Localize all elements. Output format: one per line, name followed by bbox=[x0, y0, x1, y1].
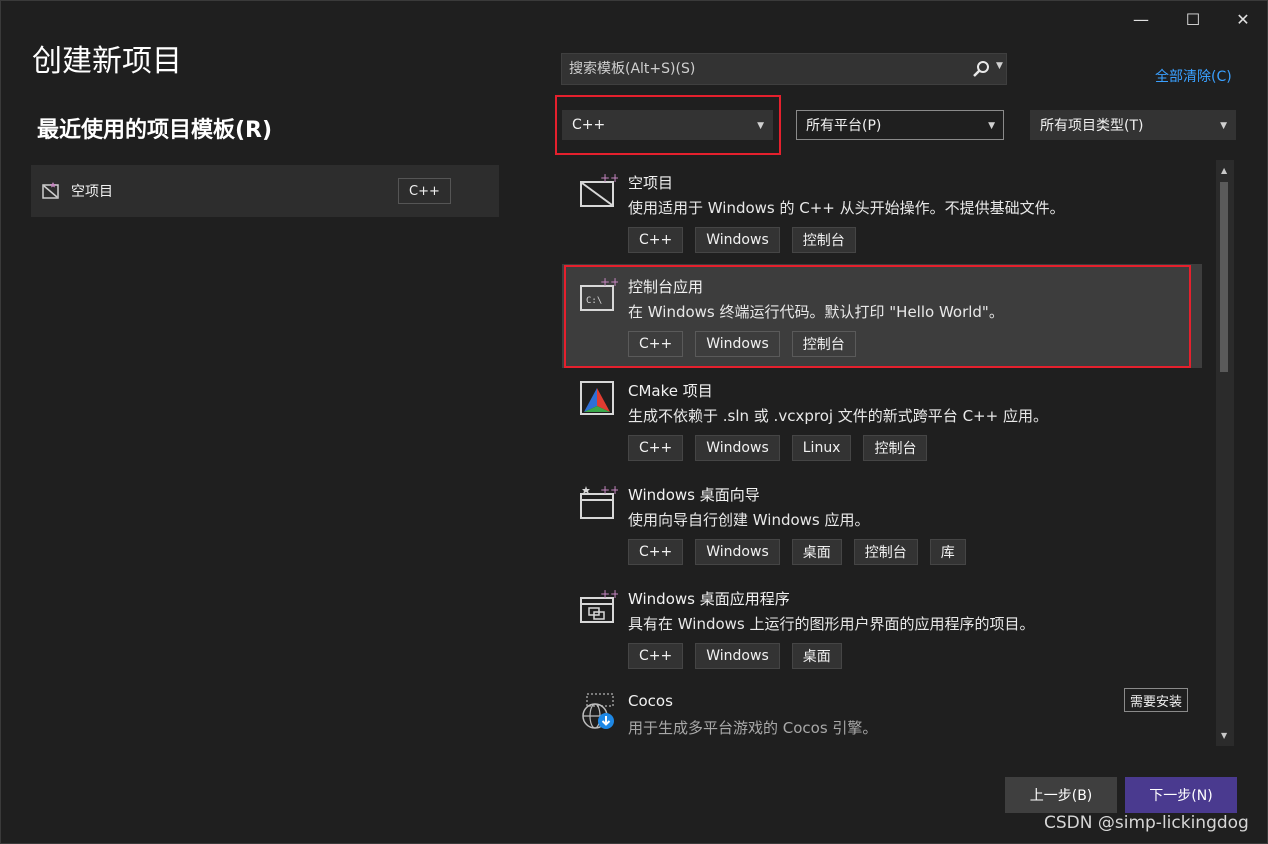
language-filter-value: C++ bbox=[572, 117, 606, 133]
template-description: 在 Windows 终端运行代码。默认打印 "Hello World"。 bbox=[628, 303, 1004, 321]
template-list-scrollbar[interactable]: ▲ ▼ bbox=[1216, 160, 1234, 746]
tag: 控制台 bbox=[863, 435, 928, 461]
maximize-button[interactable]: ☐ bbox=[1170, 4, 1216, 34]
template-name: 控制台应用 bbox=[628, 278, 704, 296]
back-button[interactable]: 上一步(B) bbox=[1005, 777, 1117, 813]
maximize-icon: ☐ bbox=[1185, 9, 1201, 29]
platform-filter-dropdown[interactable]: 所有平台(P) ▼ bbox=[796, 110, 1004, 140]
svg-text:++: ++ bbox=[600, 483, 618, 497]
tag: C++ bbox=[628, 435, 684, 461]
tag: Windows bbox=[695, 539, 780, 565]
template-list[interactable]: ++ 空项目 使用适用于 Windows 的 C++ 从头开始操作。不提供基础文… bbox=[562, 160, 1214, 746]
minimize-icon: — bbox=[1133, 9, 1149, 29]
tag: 控制台 bbox=[791, 331, 856, 357]
clear-all-link[interactable]: 全部清除(C) bbox=[1155, 66, 1232, 86]
template-item-desktop-app[interactable]: ++ Windows 桌面应用程序 具有在 Windows 上运行的图形用户界面… bbox=[562, 576, 1202, 680]
svg-text:++: ++ bbox=[600, 275, 618, 289]
search-box[interactable]: ▼ bbox=[561, 53, 1007, 85]
tag: 库 bbox=[929, 539, 966, 565]
tag: 桌面 bbox=[791, 539, 842, 565]
recent-template-tag: C++ bbox=[398, 178, 451, 204]
desktop-app-icon: ++ bbox=[580, 587, 618, 623]
template-name: Windows 桌面应用程序 bbox=[628, 590, 790, 608]
scroll-up-arrow-icon[interactable]: ▲ bbox=[1221, 166, 1227, 175]
template-item-console-app[interactable]: C:\ ++ 控制台应用 在 Windows 终端运行代码。默认打印 "Hell… bbox=[562, 264, 1202, 368]
tag: 桌面 bbox=[791, 643, 842, 669]
template-tags: C++ Windows 控制台 bbox=[628, 331, 856, 357]
scroll-down-arrow-icon[interactable]: ▼ bbox=[1221, 731, 1227, 740]
close-button[interactable]: ✕ bbox=[1220, 4, 1266, 34]
template-tags: C++ Windows 桌面 bbox=[628, 643, 842, 669]
desktop-wizard-icon: ++ bbox=[580, 483, 618, 519]
template-description: 使用向导自行创建 Windows 应用。 bbox=[628, 511, 870, 529]
chevron-down-icon: ▼ bbox=[757, 121, 764, 131]
cocos-globe-icon bbox=[582, 693, 614, 729]
recent-templates-title: 最近使用的项目模板(R) bbox=[37, 118, 273, 143]
tag: C++ bbox=[628, 227, 684, 253]
search-options-chevron-icon[interactable]: ▼ bbox=[996, 61, 1003, 71]
tag: 控制台 bbox=[853, 539, 918, 565]
requires-install-badge: 需要安装 bbox=[1124, 688, 1189, 712]
page-title: 创建新项目 bbox=[32, 44, 182, 79]
tag: 控制台 bbox=[791, 227, 856, 253]
template-description: 使用适用于 Windows 的 C++ 从头开始操作。不提供基础文件。 bbox=[628, 199, 1065, 217]
template-tags: C++ Windows 桌面 控制台 库 bbox=[628, 539, 966, 565]
recent-template-item[interactable]: 空项目 C++ bbox=[31, 165, 499, 217]
empty-project-icon bbox=[42, 182, 59, 199]
console-app-icon: C:\ ++ bbox=[580, 275, 618, 311]
tag: C++ bbox=[628, 539, 684, 565]
close-icon: ✕ bbox=[1236, 9, 1250, 29]
language-filter-dropdown[interactable]: C++ ▼ bbox=[562, 110, 773, 140]
tag: Windows bbox=[695, 227, 780, 253]
svg-text:++: ++ bbox=[600, 587, 618, 601]
tag: C++ bbox=[628, 643, 684, 669]
svg-text:C:\: C:\ bbox=[586, 296, 602, 306]
empty-project-icon: ++ bbox=[580, 171, 618, 207]
search-input[interactable] bbox=[562, 54, 962, 84]
template-name: Windows 桌面向导 bbox=[628, 486, 760, 504]
cmake-icon bbox=[580, 381, 614, 415]
platform-filter-value: 所有平台(P) bbox=[806, 118, 882, 134]
svg-text:++: ++ bbox=[600, 171, 618, 185]
template-description: 具有在 Windows 上运行的图形用户界面的应用程序的项目。 bbox=[628, 615, 1035, 633]
template-item-desktop-wizard[interactable]: ++ Windows 桌面向导 使用向导自行创建 Windows 应用。 C++… bbox=[562, 472, 1202, 576]
minimize-button[interactable]: — bbox=[1118, 4, 1164, 34]
tag: Windows bbox=[695, 331, 780, 357]
search-icon[interactable] bbox=[972, 60, 990, 78]
tag: Windows bbox=[695, 435, 780, 461]
template-tags: C++ Windows 控制台 bbox=[628, 227, 856, 253]
chevron-down-icon: ▼ bbox=[988, 121, 995, 131]
project-type-filter-value: 所有项目类型(T) bbox=[1040, 118, 1144, 134]
chevron-down-icon: ▼ bbox=[1220, 121, 1227, 131]
template-name: Cocos bbox=[628, 692, 673, 710]
template-name: 空项目 bbox=[628, 174, 674, 192]
recent-template-label: 空项目 bbox=[71, 184, 113, 200]
template-tags: C++ Windows Linux 控制台 bbox=[628, 435, 928, 461]
scrollbar-thumb[interactable] bbox=[1220, 182, 1228, 372]
template-item-empty-project[interactable]: ++ 空项目 使用适用于 Windows 的 C++ 从头开始操作。不提供基础文… bbox=[562, 160, 1202, 264]
tag: C++ bbox=[628, 331, 684, 357]
tag: Linux bbox=[791, 435, 852, 461]
watermark-text: CSDN @simp-lickingdog bbox=[1044, 813, 1249, 833]
template-description: 用于生成多平台游戏的 Cocos 引擎。 bbox=[628, 719, 878, 737]
project-type-filter-dropdown[interactable]: 所有项目类型(T) ▼ bbox=[1030, 110, 1236, 140]
template-item-cocos[interactable]: Cocos 用于生成多平台游戏的 Cocos 引擎。 需要安装 bbox=[562, 680, 1202, 746]
template-description: 生成不依赖于 .sln 或 .vcxproj 文件的新式跨平台 C++ 应用。 bbox=[628, 407, 1048, 425]
template-name: CMake 项目 bbox=[628, 382, 713, 400]
tag: Windows bbox=[695, 643, 780, 669]
next-button[interactable]: 下一步(N) bbox=[1125, 777, 1237, 813]
template-item-cmake[interactable]: CMake 项目 生成不依赖于 .sln 或 .vcxproj 文件的新式跨平台… bbox=[562, 368, 1202, 472]
